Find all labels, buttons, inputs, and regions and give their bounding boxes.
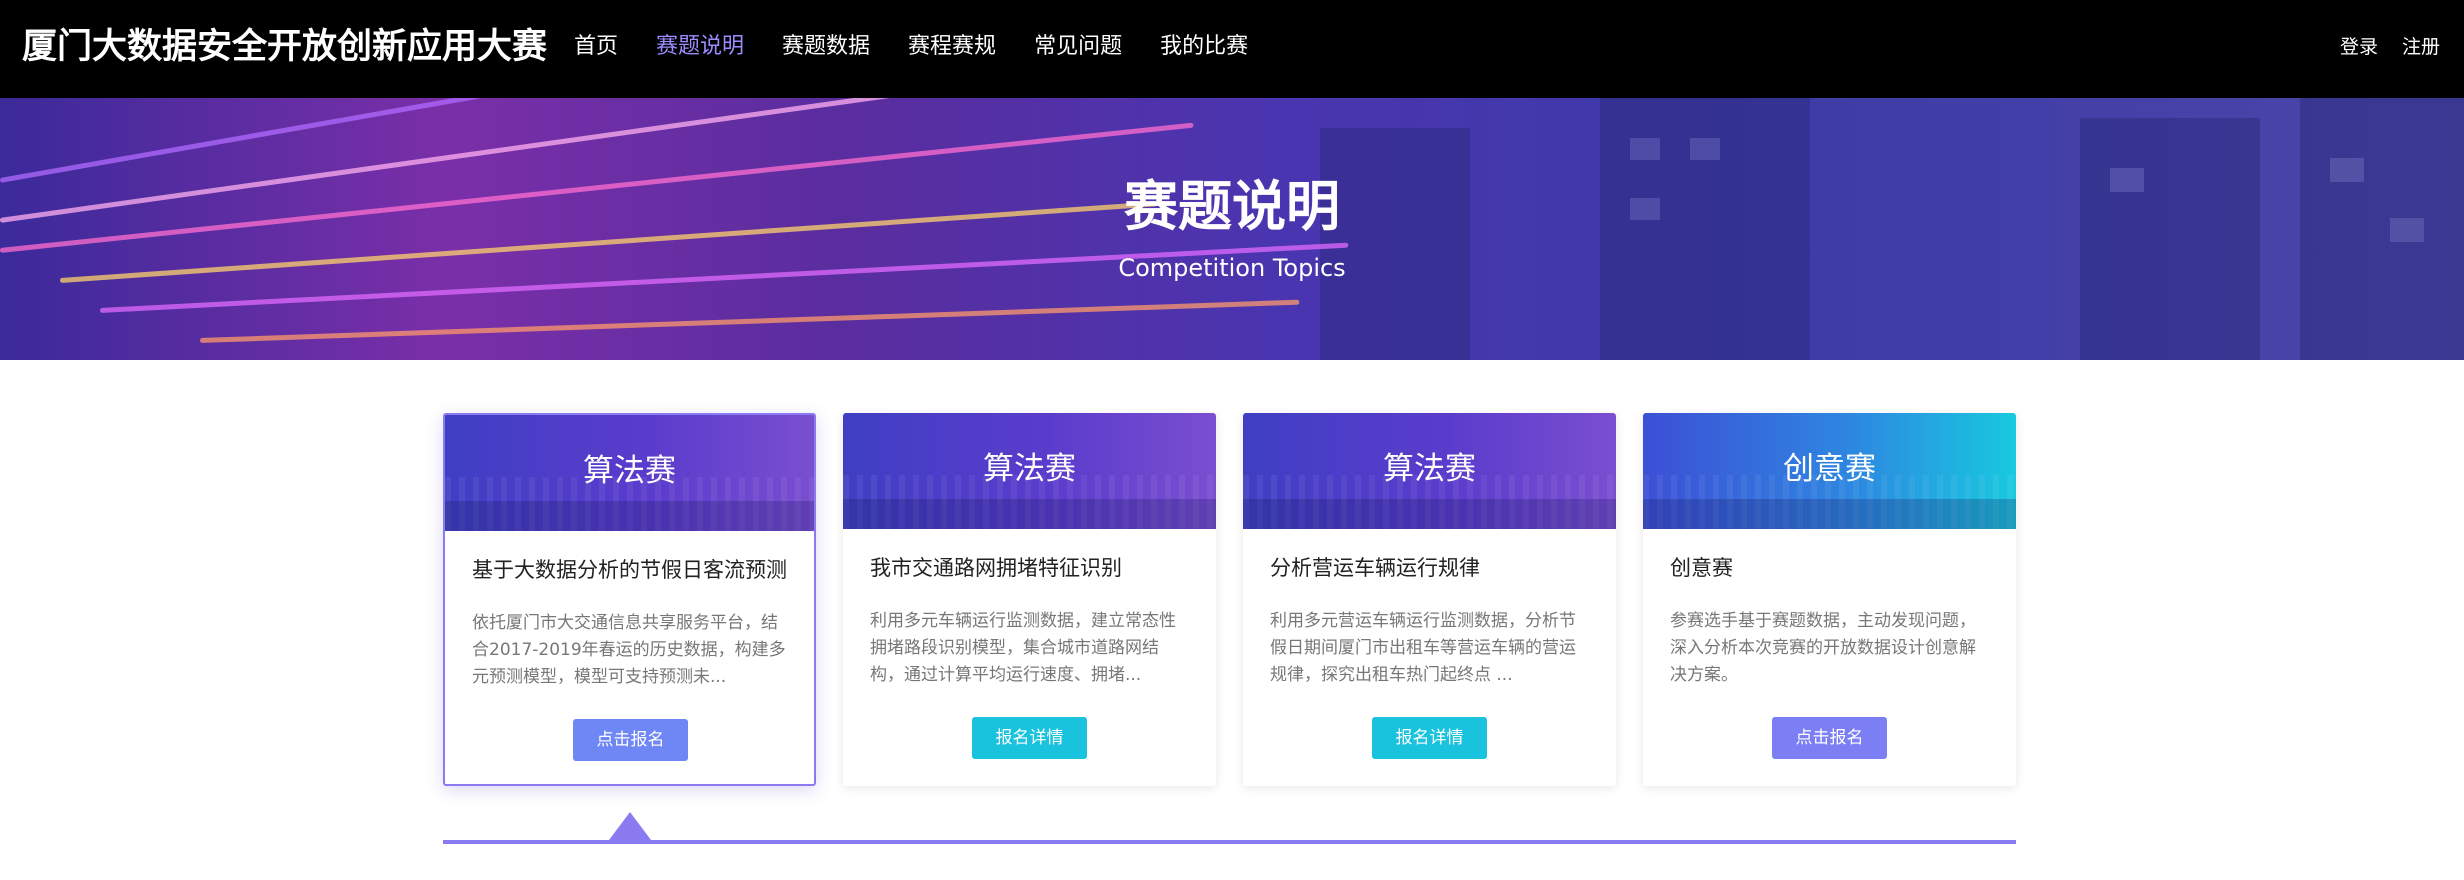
section-divider [443,840,2016,844]
card-type: 算法赛 [1383,451,1476,487]
banner-title: 赛题说明 [1124,175,1340,238]
nav-item-home[interactable]: 首页 [574,30,618,64]
details-button[interactable]: 报名详情 [1372,717,1487,759]
login-link[interactable]: 登录 [2340,30,2378,64]
topic-card[interactable]: 创意赛 创意赛 参赛选手基于赛题数据，主动发现问题，深入分析本次竞赛的开放数据设… [1643,413,2016,786]
topic-card[interactable]: 算法赛 基于大数据分析的节假日客流预测 依托厦门市大交通信息共享服务平台，结合2… [443,413,816,786]
nav-item-my-competitions[interactable]: 我的比赛 [1160,30,1248,64]
card-type: 创意赛 [1783,451,1876,487]
card-header-image: 算法赛 [445,415,814,531]
banner-subtitle: Competition Topics [1118,254,1346,282]
details-button[interactable]: 报名详情 [972,717,1087,759]
nav-item-schedule[interactable]: 赛程赛规 [908,30,996,64]
card-title: 分析营运车辆运行规律 [1270,556,1480,580]
selected-card-indicator [609,812,651,840]
auth-links: 登录 注册 [2316,30,2440,64]
hero-banner: 赛题说明 Competition Topics [0,98,2464,360]
register-link[interactable]: 注册 [2402,30,2440,64]
card-description: 依托厦门市大交通信息共享服务平台，结合2017-2019年春运的历史数据，构建多… [472,613,786,687]
main-nav: 首页 赛题说明 赛题数据 赛程赛规 常见问题 我的比赛 [574,30,1286,64]
card-description: 利用多元车辆运行监测数据，建立常态性拥堵路段识别模型，集合城市道路网结构，通过计… [870,611,1176,685]
card-header-image: 创意赛 [1643,413,2016,529]
nav-item-topics[interactable]: 赛题说明 [656,30,744,64]
card-description: 参赛选手基于赛题数据，主动发现问题，深入分析本次竞赛的开放数据设计创意解决方案。 [1670,611,1976,685]
nav-item-faq[interactable]: 常见问题 [1034,30,1122,64]
card-title: 我市交通路网拥堵特征识别 [870,556,1122,580]
card-title: 基于大数据分析的节假日客流预测 [472,558,787,582]
card-description: 利用多元营运车辆运行监测数据，分析节假日期间厦门市出租车等营运车辆的营运规律，探… [1270,611,1576,685]
top-navigation-bar: 厦门大数据安全开放创新应用大赛 首页 赛题说明 赛题数据 赛程赛规 常见问题 我… [0,0,2464,98]
card-header-image: 算法赛 [1243,413,1616,529]
topic-card[interactable]: 算法赛 分析营运车辆运行规律 利用多元营运车辆运行监测数据，分析节假日期间厦门市… [1243,413,1616,786]
card-type: 算法赛 [983,451,1076,487]
card-type: 算法赛 [583,453,676,489]
card-header-image: 算法赛 [843,413,1216,529]
card-title: 创意赛 [1670,556,1733,580]
register-button[interactable]: 点击报名 [1772,717,1887,759]
register-button[interactable]: 点击报名 [573,719,688,761]
topic-cards: 算法赛 基于大数据分析的节假日客流预测 依托厦门市大交通信息共享服务平台，结合2… [443,413,2016,788]
topic-card[interactable]: 算法赛 我市交通路网拥堵特征识别 利用多元车辆运行监测数据，建立常态性拥堵路段识… [843,413,1216,786]
site-title[interactable]: 厦门大数据安全开放创新应用大赛 [22,24,547,70]
nav-item-data[interactable]: 赛题数据 [782,30,870,64]
